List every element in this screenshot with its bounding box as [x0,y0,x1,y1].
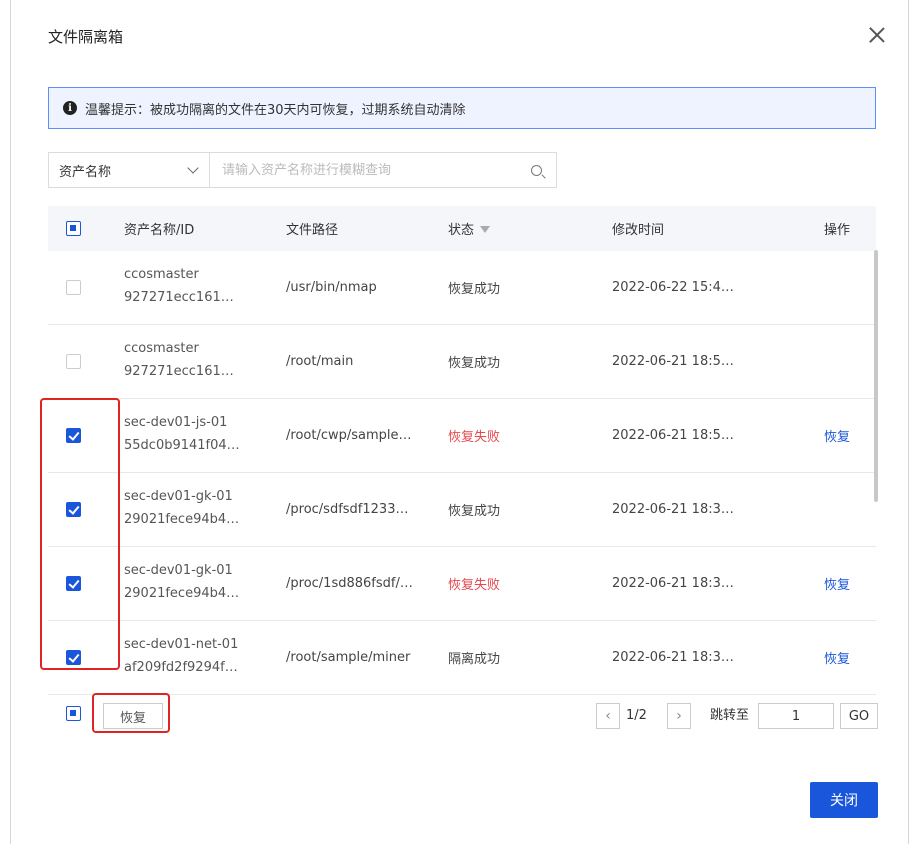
notice-text: 温馨提示：被成功隔离的文件在30天内可恢复，过期系统自动清除 [85,102,466,118]
search-icon[interactable] [531,165,542,176]
modified-time: 2022-06-21 18:3… [612,502,734,517]
column-status-label: 状态 [448,223,475,238]
asset-cell: ccosmaster 927271ecc161… [124,263,234,309]
asset-name: ccosmaster [124,267,199,282]
row-checkbox[interactable] [66,280,81,295]
status-text: 恢复成功 [448,282,501,297]
status-text: 恢复成功 [448,356,501,371]
asset-id: 29021fece94b4… [124,512,240,527]
jump-label: 跳转至 [710,708,750,723]
status-text: 恢复成功 [448,504,501,519]
file-path: /usr/bin/nmap [286,280,377,295]
asset-cell: sec-dev01-gk-01 29021fece94b4… [124,485,239,531]
asset-cell: sec-dev01-js-01 55dc0b9141f04… [124,411,240,457]
close-icon[interactable] [866,24,888,46]
table-row: ccosmaster 927271ecc161… /usr/bin/nmap 恢… [48,251,876,325]
asset-name: sec-dev01-js-01 [124,415,228,430]
pagination: ‹ 1/2 › 跳转至 GO [0,703,920,729]
search-field-select[interactable]: 资产名称 [48,152,210,188]
asset-id: 29021fece94b4… [124,586,240,601]
info-icon: i [63,101,77,115]
file-path: /proc/sdfsdf1233… [286,502,409,517]
page-indicator: 1/2 [626,708,647,723]
table-header: 资产名称/ID 文件路径 状态 修改时间 操作 [48,206,876,251]
search-bar: 资产名称 [48,152,557,188]
file-path: /root/cwp/sample… [286,428,412,443]
row-restore-link[interactable]: 恢复 [824,547,850,620]
modified-time: 2022-06-21 18:5… [612,354,734,369]
asset-cell: ccosmaster 927271ecc161… [124,337,234,383]
table-row: ccosmaster 927271ecc161… /root/main 恢复成功… [48,325,876,399]
status-text: 恢复失败 [448,430,501,445]
filter-icon[interactable] [480,226,491,233]
file-path: /root/sample/miner [286,650,411,665]
asset-id: af209fd2f9294f… [124,660,238,675]
modified-time: 2022-06-21 18:3… [612,576,734,591]
file-path: /proc/1sd886fsdf/… [286,576,413,591]
asset-name: sec-dev01-gk-01 [124,489,233,504]
modified-time: 2022-06-21 18:3… [612,650,734,665]
column-path: 文件路径 [286,223,339,238]
table-row: sec-dev01-js-01 55dc0b9141f04… /root/cwp… [48,399,876,473]
search-field-label: 资产名称 [59,164,112,180]
asset-id: 927271ecc161… [124,290,234,305]
asset-name: sec-dev01-gk-01 [124,563,233,578]
notice-banner: i 温馨提示：被成功隔离的文件在30天内可恢复，过期系统自动清除 [48,87,876,129]
column-modified: 修改时间 [612,223,665,238]
row-restore-link[interactable]: 恢复 [824,399,850,472]
column-action: 操作 [824,223,851,238]
close-button[interactable]: 关闭 [810,782,878,818]
table-row: sec-dev01-gk-01 29021fece94b4… /proc/1sd… [48,547,876,621]
column-status: 状态 [448,206,491,251]
modified-time: 2022-06-22 15:4… [612,280,734,295]
status-text: 隔离成功 [448,652,501,667]
asset-cell: sec-dev01-gk-01 29021fece94b4… [124,559,239,605]
select-all-checkbox[interactable] [66,221,81,236]
search-input-wrapper [210,152,557,188]
modified-time: 2022-06-21 18:5… [612,428,734,443]
asset-cell: sec-dev01-net-01 af209fd2f9294f… [124,633,238,679]
row-restore-link[interactable]: 恢复 [824,621,850,694]
row-checkbox[interactable] [66,354,81,369]
go-button[interactable]: GO [840,703,878,729]
jump-page-input[interactable] [758,703,834,729]
highlight-checked-rows [40,398,120,670]
asset-id: 927271ecc161… [124,364,234,379]
asset-name: sec-dev01-net-01 [124,637,239,652]
status-text: 恢复失败 [448,578,501,593]
column-asset: 资产名称/ID [124,223,195,238]
prev-page-button[interactable]: ‹ [596,703,620,729]
search-input[interactable] [220,161,514,179]
asset-name: ccosmaster [124,341,199,356]
asset-id: 55dc0b9141f04… [124,438,240,453]
dialog-title: 文件隔离箱 [48,28,124,46]
table-row: sec-dev01-gk-01 29021fece94b4… /proc/sdf… [48,473,876,547]
table-scrollbar[interactable] [874,250,878,502]
table-body: ccosmaster 927271ecc161… /usr/bin/nmap 恢… [48,251,876,695]
table-row: sec-dev01-net-01 af209fd2f9294f… /root/s… [48,621,876,695]
chevron-down-icon [187,162,199,174]
next-page-button[interactable]: › [667,703,691,729]
file-path: /root/main [286,354,354,369]
